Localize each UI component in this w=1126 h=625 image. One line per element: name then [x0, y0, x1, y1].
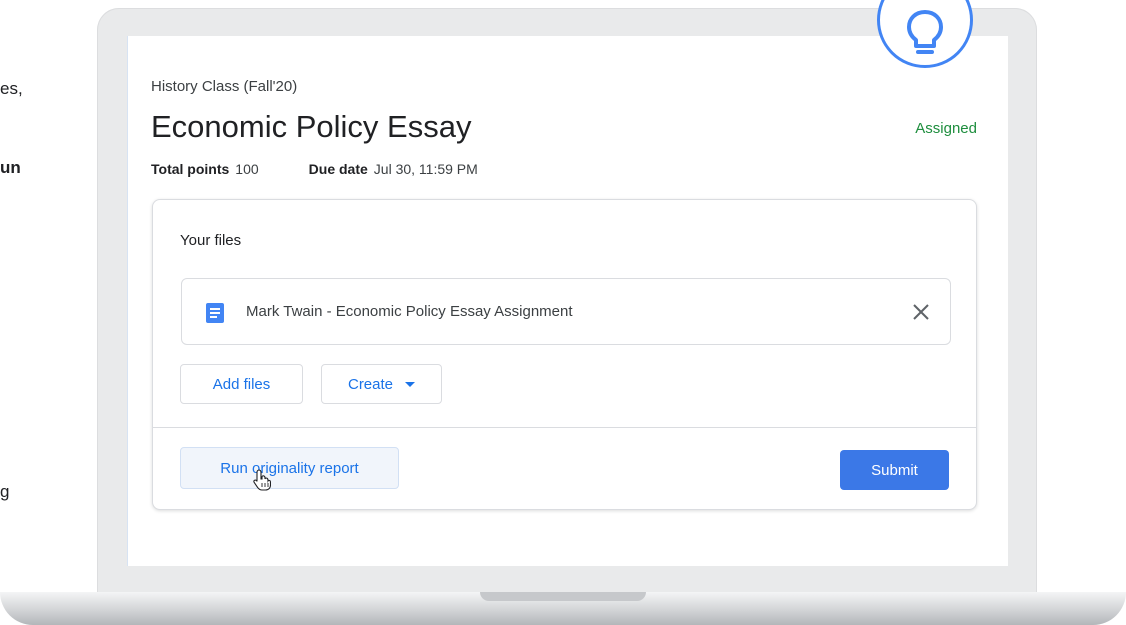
- assignment-title: Economic Policy Essay: [151, 109, 472, 144]
- lightbulb-icon: [907, 10, 943, 54]
- file-name[interactable]: Mark Twain - Economic Policy Essay Assig…: [246, 303, 573, 320]
- your-files-heading: Your files: [180, 232, 242, 249]
- page-text-fragment: g: [0, 482, 10, 501]
- divider: [153, 427, 976, 428]
- your-work-card: Your files Mark Twain - Economic Policy …: [152, 199, 977, 510]
- due-date-label: Due date: [308, 161, 368, 177]
- page-text-fragment: es,: [0, 79, 23, 98]
- hand-cursor-icon: [253, 469, 271, 491]
- originality-report-button[interactable]: Run originality report: [180, 447, 399, 489]
- close-icon[interactable]: [910, 301, 932, 323]
- points-label: Total points: [151, 161, 230, 177]
- page-text-fragment: un: [0, 158, 21, 177]
- add-files-button[interactable]: Add files: [180, 364, 303, 404]
- assignment-meta: Total points 100 Due date Jul 30, 11:59 …: [151, 161, 528, 177]
- google-doc-icon: [206, 303, 224, 323]
- due-date-value: Jul 30, 11:59 PM: [373, 161, 478, 177]
- submit-button[interactable]: Submit: [840, 450, 949, 490]
- laptop-base-notch: [480, 592, 646, 601]
- create-label: Create: [347, 375, 394, 393]
- create-dropdown-button[interactable]: Create: [321, 364, 442, 404]
- class-name: History Class (Fall'20): [151, 78, 298, 95]
- points-value: 100: [235, 161, 259, 177]
- attached-file[interactable]: Mark Twain - Economic Policy Essay Assig…: [181, 278, 951, 345]
- status-badge: Assigned: [915, 120, 977, 137]
- caret-down-icon: [405, 381, 416, 387]
